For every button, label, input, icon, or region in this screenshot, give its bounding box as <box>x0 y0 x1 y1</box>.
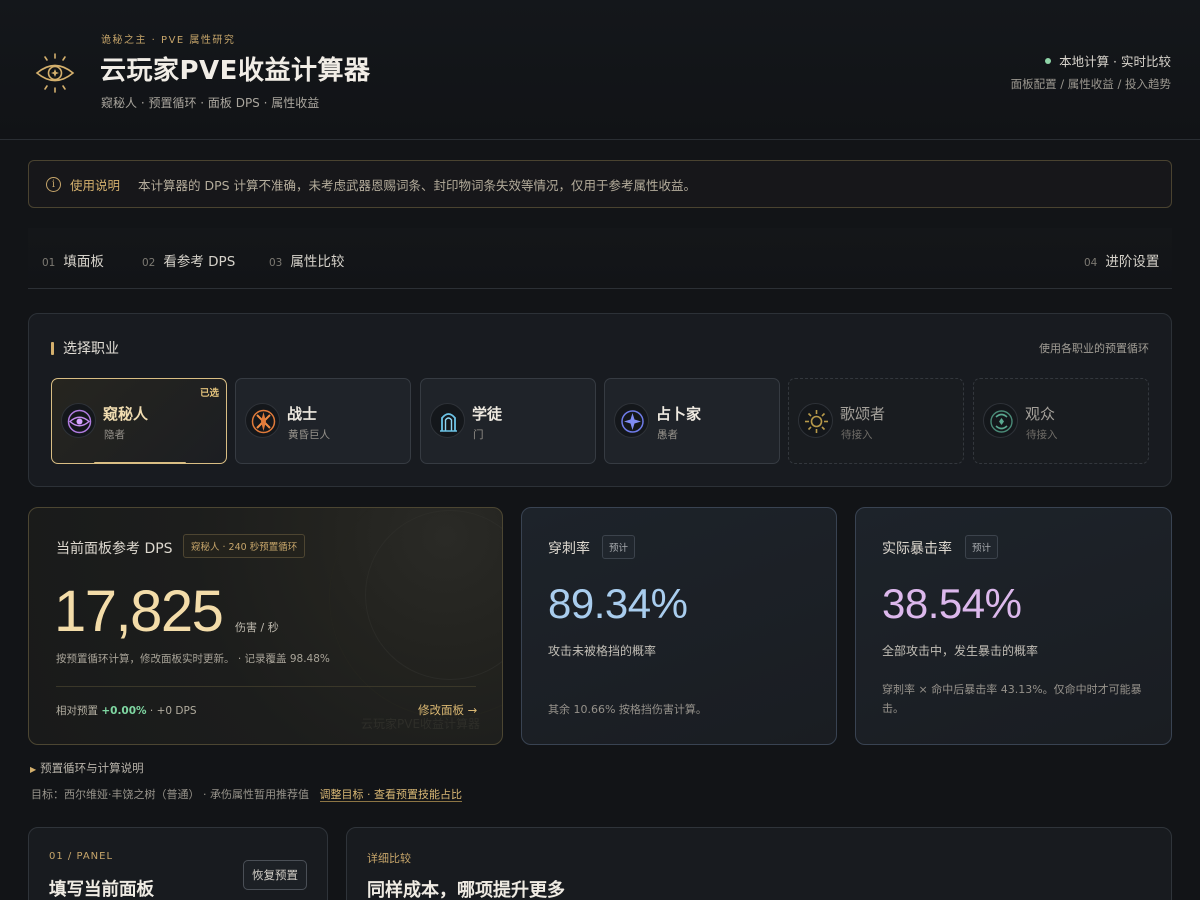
tab-fill-panel[interactable]: 01 填面板 <box>42 250 104 270</box>
class-name: 战士 <box>287 405 318 423</box>
tab-label: 属性比较 <box>290 254 345 270</box>
class-sub: 隐者 <box>104 429 125 441</box>
apprentice-door-icon <box>430 403 465 438</box>
class-card-apprentice[interactable]: 学徒 门 <box>420 378 596 464</box>
crit-rate-card: 实际暴击率 预计 38.54% 全部攻击中，发生暴击的概率 穿刺率 × 命中后暴… <box>855 507 1172 745</box>
info-icon: i <box>46 176 61 192</box>
app-header: 诡秘之主 · PVE 属性研究 云玩家PVE收益计算器 窥秘人 · 预置循环 ·… <box>0 0 1200 140</box>
panel-kicker: 01 / PANEL <box>49 851 114 862</box>
pierce-rate-card: 穿刺率 预计 89.34% 攻击未被格挡的概率 其余 10.66% 按格挡伤害计… <box>521 507 837 745</box>
caret-right-icon: ▶ <box>30 765 37 774</box>
crit-value: 38.54% <box>882 580 1022 627</box>
dps-relative: 相对预置 +0.00% · +0 DPS <box>56 703 197 718</box>
class-name: 观众 <box>1025 405 1056 423</box>
status-text: 本地计算 · 实时比较 <box>1059 54 1171 69</box>
header-kicker: 诡秘之主 · PVE 属性研究 <box>101 35 236 46</box>
audience-icon <box>983 403 1018 438</box>
selected-underline <box>94 462 186 464</box>
app-title: 云玩家PVE收益计算器 <box>100 56 371 86</box>
target-text: 目标：西尔维娅·丰饶之树（普通） · 承伤属性暂用推荐值 <box>31 788 309 801</box>
class-name: 窥秘人 <box>103 405 149 423</box>
class-name: 歌颂者 <box>840 405 886 423</box>
adjust-target-link[interactable]: 调整目标 <box>319 788 364 802</box>
panel-title: 填写当前面板 <box>49 880 154 900</box>
class-name: 学徒 <box>472 405 503 423</box>
pierce-description: 攻击未被格挡的概率 <box>548 644 657 658</box>
notice-title: 使用说明 <box>70 177 121 193</box>
estimate-chip: 预计 <box>965 535 999 559</box>
usage-notice: i 使用说明 本计算器的 DPS 计算不准确，未考虑武器恩赐词条、封印物词条失效… <box>28 160 1172 208</box>
dps-value: 17,825 <box>54 579 224 644</box>
class-card-audience[interactable]: 观众 待接入 <box>973 378 1149 464</box>
class-sub: 门 <box>473 429 484 441</box>
tab-number: 03 <box>269 257 283 269</box>
class-sub: 愚者 <box>657 429 678 441</box>
tab-reference-dps[interactable]: 02 看参考 DPS <box>142 250 235 270</box>
loop-explanation-toggle[interactable]: ▶ 预置循环与计算说明 <box>30 760 144 776</box>
tab-number: 02 <box>142 257 156 269</box>
class-sub: 待接入 <box>1026 429 1058 441</box>
tab-advanced-settings[interactable]: 04 进阶设置 <box>1084 250 1159 270</box>
tab-number: 04 <box>1084 257 1098 269</box>
status-dot-icon <box>1045 57 1052 64</box>
link-separator: · <box>363 788 374 802</box>
class-select-panel: 选择职业 使用各职业的预置循环 窥秘人 隐者 已选 战士 黄昏巨人 学徒 门 占… <box>28 313 1172 487</box>
eye-logo-icon <box>32 50 78 96</box>
dps-relative-suffix: · +0 DPS <box>146 705 197 717</box>
section-title-text: 选择职业 <box>63 341 119 357</box>
dps-label: 当前面板参考 DPS <box>56 541 173 557</box>
title-accent-bar <box>51 341 54 355</box>
compare-kicker: 详细比较 <box>367 852 411 865</box>
pierce-note: 其余 10.66% 按格挡伤害计算。 <box>548 703 707 716</box>
class-select-hint: 使用各职业的预置循环 <box>1039 342 1149 355</box>
class-card-praiser[interactable]: 歌颂者 待接入 <box>788 378 964 464</box>
edit-panel-link[interactable]: 修改面板 → <box>418 702 477 718</box>
tab-label: 进阶设置 <box>1105 254 1160 270</box>
detail-compare-card: 详细比较 同样成本，哪项提升更多 <box>346 827 1172 900</box>
restore-preset-button[interactable]: 恢复预置 <box>243 860 307 890</box>
class-card-warrior[interactable]: 战士 黄昏巨人 <box>235 378 411 464</box>
pierce-label: 穿刺率 <box>548 541 590 557</box>
sun-icon <box>798 403 833 438</box>
crit-label: 实际暴击率 <box>882 541 952 557</box>
diviner-icon <box>614 403 649 438</box>
tab-label: 填面板 <box>63 254 104 270</box>
app-subtitle: 窥秘人 · 预置循环 · 面板 DPS · 属性收益 <box>101 96 320 110</box>
divider <box>56 686 476 687</box>
dps-unit: 伤害 / 秒 <box>235 621 279 634</box>
step-tabs: 01 填面板 02 看参考 DPS 03 属性比较 04 进阶设置 <box>28 228 1172 289</box>
class-name: 占卜家 <box>656 405 702 423</box>
estimate-chip: 预计 <box>602 535 636 559</box>
class-sub: 黄昏巨人 <box>288 429 330 441</box>
view-skill-share-link[interactable]: 查看预置技能占比 <box>374 788 462 802</box>
tab-number: 01 <box>42 257 56 269</box>
seer-eye-icon <box>61 403 96 438</box>
target-info: 目标：西尔维娅·丰饶之树（普通） · 承伤属性暂用推荐值 调整目标 · 查看预置… <box>31 786 462 802</box>
dps-relative-delta: +0.00% <box>101 705 147 717</box>
class-card-diviner[interactable]: 占卜家 愚者 <box>604 378 780 464</box>
header-links: 面板配置 / 属性收益 / 投入趋势 <box>1010 77 1171 91</box>
tab-label: 看参考 DPS <box>163 254 236 270</box>
tab-attribute-compare[interactable]: 03 属性比较 <box>269 250 344 270</box>
selected-badge: 已选 <box>199 388 219 399</box>
pierce-value: 89.34% <box>548 580 688 627</box>
crit-note: 穿刺率 × 命中后暴击率 43.13%。仅命中时才可能暴击。 <box>882 683 1142 716</box>
dps-loop-chip: 窥秘人 · 240 秒预置循环 <box>183 534 306 558</box>
panel-input-card: 01 / PANEL 填写当前面板 恢复预置 <box>28 827 328 900</box>
compare-title: 同样成本，哪项提升更多 <box>367 880 565 900</box>
dps-card: 当前面板参考 DPS 窥秘人 · 240 秒预置循环 17,825 伤害 / 秒… <box>28 507 503 745</box>
notice-text: 本计算器的 DPS 计算不准确，未考虑武器恩赐词条、封印物词条失效等情况，仅用于… <box>138 177 697 193</box>
class-card-seer[interactable]: 窥秘人 隐者 已选 <box>51 378 227 464</box>
dps-relative-prefix: 相对预置 <box>56 705 102 717</box>
status-indicator: 本地计算 · 实时比较 <box>1045 51 1171 70</box>
dps-description: 按预置循环计算，修改面板实时更新。 · 记录覆盖 98.48% <box>56 653 330 665</box>
crit-description: 全部攻击中，发生暴击的概率 <box>882 644 1039 658</box>
class-sub: 待接入 <box>841 429 873 441</box>
loop-toggle-label: 预置循环与计算说明 <box>40 761 144 775</box>
class-select-title: 选择职业 <box>51 338 119 358</box>
warrior-icon <box>245 403 280 438</box>
